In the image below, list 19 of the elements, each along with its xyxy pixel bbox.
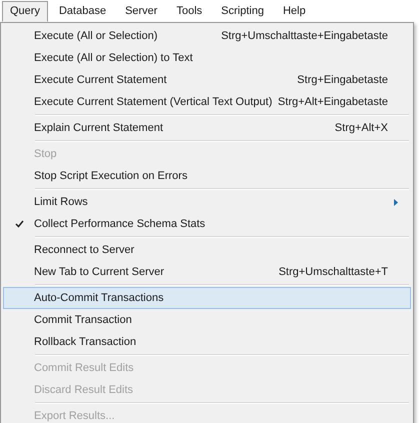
menu-item[interactable]: Reconnect to Server [3, 239, 411, 261]
menu-bar-item[interactable]: Database [50, 0, 114, 22]
menu-item[interactable]: Stop Script Execution on Errors [3, 165, 411, 187]
menu-item[interactable]: Commit Transaction [3, 309, 411, 331]
menu-item[interactable]: Rollback Transaction [3, 331, 411, 353]
menu-bar-item[interactable]: Help [274, 0, 314, 22]
menu-item[interactable]: Limit Rows [3, 191, 411, 213]
menu-item[interactable]: Auto-Commit Transactions [3, 287, 411, 309]
menu-item[interactable]: Execute (All or Selection) Strg+Umschalttaste+Eingabetaste [3, 25, 411, 47]
menu-item[interactable]: Execute (All or Selection) to Text [3, 47, 411, 69]
menu-item[interactable]: Explain Current Statement Strg+Alt+X [3, 117, 411, 139]
menu-bar-item[interactable]: Scripting [213, 0, 272, 22]
menu-item[interactable]: Execute Current Statement Strg+Eingabetaste [3, 69, 411, 91]
menu-bar-item[interactable]: Query [2, 0, 48, 22]
menu-item[interactable]: New Tab to Current Server Strg+Umschalttaste+T [3, 261, 411, 283]
menu-item[interactable]: Execute Current Statement (Vertical Text Output) Strg+Alt+Eingabetaste [3, 91, 411, 113]
menu-bar-item[interactable]: Server [117, 0, 166, 22]
menu-bar-item[interactable]: Tools [168, 0, 210, 22]
menu-item[interactable]: Collect Performance Schema Stats [3, 213, 411, 235]
